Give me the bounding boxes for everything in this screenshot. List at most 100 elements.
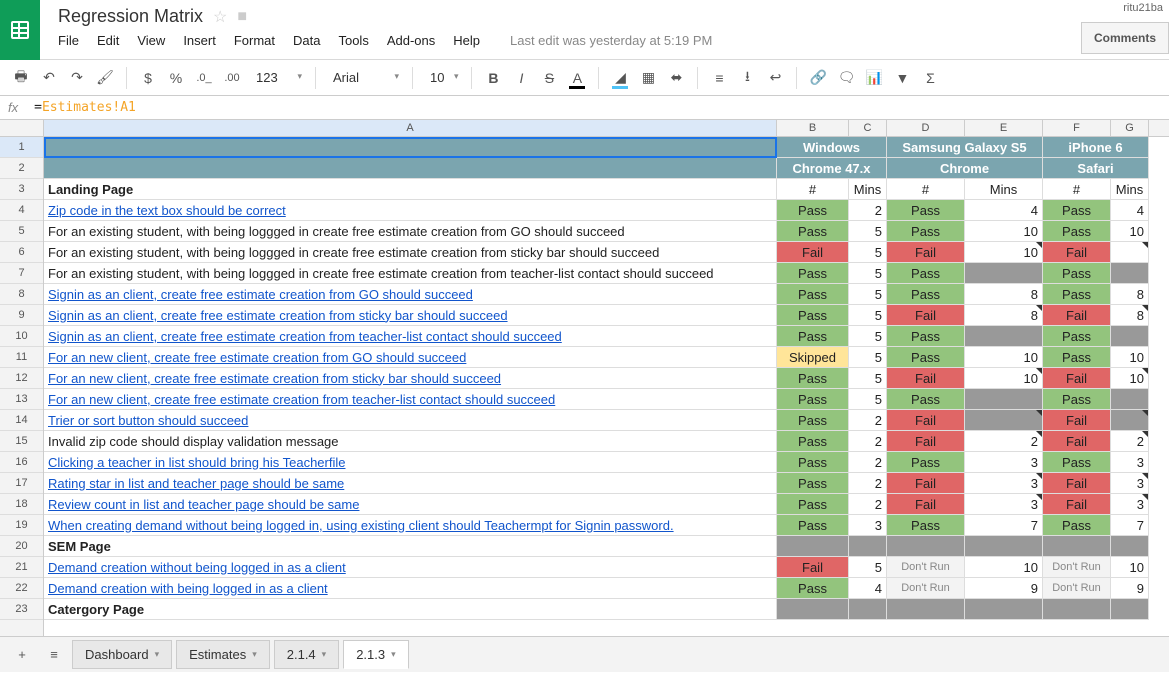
cell-F15[interactable]: Fail	[1043, 431, 1111, 452]
cell-G11[interactable]: 10	[1111, 347, 1149, 368]
cell-D3[interactable]: #	[887, 179, 965, 200]
cell-G4[interactable]: 4	[1111, 200, 1149, 221]
cell-A16[interactable]: Clicking a teacher in list should bring …	[44, 452, 777, 473]
cell-A23[interactable]: Catergory Page	[44, 599, 777, 620]
sheets-logo[interactable]	[0, 0, 40, 60]
row-header-21[interactable]: 21	[0, 557, 43, 578]
percent-icon[interactable]: %	[163, 65, 189, 91]
cell-A13[interactable]: For an new client, create free estimate …	[44, 389, 777, 410]
bold-icon[interactable]: B	[480, 65, 506, 91]
menu-view[interactable]: View	[137, 33, 165, 48]
cell-A17[interactable]: Rating star in list and teacher page sho…	[44, 473, 777, 494]
cell-F16[interactable]: Pass	[1043, 452, 1111, 473]
cell-G19[interactable]: 7	[1111, 515, 1149, 536]
cell-D17[interactable]: Fail	[887, 473, 965, 494]
cell-D10[interactable]: Pass	[887, 326, 965, 347]
cell-G21[interactable]: 10	[1111, 557, 1149, 578]
row-header-4[interactable]: 4	[0, 200, 43, 221]
cell-C20[interactable]	[849, 536, 887, 557]
row-header-2[interactable]: 2	[0, 158, 43, 179]
row-header-16[interactable]: 16	[0, 452, 43, 473]
cell-E3[interactable]: Mins	[965, 179, 1043, 200]
cell-G9[interactable]: 8	[1111, 305, 1149, 326]
row-header-18[interactable]: 18	[0, 494, 43, 515]
row-header-22[interactable]: 22	[0, 578, 43, 599]
sheet-tab-2-1-3[interactable]: 2.1.3▾	[343, 640, 408, 669]
cell-B19[interactable]: Pass	[777, 515, 849, 536]
formula-bar[interactable]: fx =Estimates!A1	[0, 96, 1169, 120]
cell-E17[interactable]: 3	[965, 473, 1043, 494]
cell-G10[interactable]	[1111, 326, 1149, 347]
menu-format[interactable]: Format	[234, 33, 275, 48]
cell-D18[interactable]: Fail	[887, 494, 965, 515]
cell-C15[interactable]: 2	[849, 431, 887, 452]
cell-C3[interactable]: Mins	[849, 179, 887, 200]
cell-A14[interactable]: Trier or sort button should succeed	[44, 410, 777, 431]
col-header-D[interactable]: D	[887, 120, 965, 136]
cell-A2[interactable]	[44, 158, 777, 179]
cell-G23[interactable]	[1111, 599, 1149, 620]
cell-G14[interactable]	[1111, 410, 1149, 431]
v-align-icon[interactable]: ⭳	[734, 65, 760, 91]
cell-F9[interactable]: Fail	[1043, 305, 1111, 326]
cell-B20[interactable]	[777, 536, 849, 557]
cell-F12[interactable]: Fail	[1043, 368, 1111, 389]
row-header-8[interactable]: 8	[0, 284, 43, 305]
cell-F22[interactable]: Don't Run	[1043, 578, 1111, 599]
menu-insert[interactable]: Insert	[183, 33, 216, 48]
cell-D19[interactable]: Pass	[887, 515, 965, 536]
cell-D15[interactable]: Fail	[887, 431, 965, 452]
cell-G13[interactable]	[1111, 389, 1149, 410]
row-header-12[interactable]: 12	[0, 368, 43, 389]
cell-C14[interactable]: 2	[849, 410, 887, 431]
col-header-B[interactable]: B	[777, 120, 849, 136]
cell-E11[interactable]: 10	[965, 347, 1043, 368]
currency-icon[interactable]: $	[135, 65, 161, 91]
functions-icon[interactable]: Σ	[917, 65, 943, 91]
cell-C21[interactable]: 5	[849, 557, 887, 578]
add-sheet-icon[interactable]: +	[8, 641, 36, 669]
cell-B18[interactable]: Pass	[777, 494, 849, 515]
cell-A4[interactable]: Zip code in the text box should be corre…	[44, 200, 777, 221]
chart-icon[interactable]: 📊	[861, 65, 887, 91]
cell-B23[interactable]	[777, 599, 849, 620]
col-header-A[interactable]: A	[44, 120, 777, 136]
cell-B1[interactable]: Windows	[777, 137, 887, 158]
cell-B8[interactable]: Pass	[777, 284, 849, 305]
italic-icon[interactable]: I	[508, 65, 534, 91]
cell-G7[interactable]	[1111, 263, 1149, 284]
cell-B7[interactable]: Pass	[777, 263, 849, 284]
cell-A22[interactable]: Demand creation with being logged in as …	[44, 578, 777, 599]
cell-E20[interactable]	[965, 536, 1043, 557]
borders-icon[interactable]: ▦	[635, 65, 661, 91]
cell-F2[interactable]: Safari	[1043, 158, 1149, 179]
cell-C9[interactable]: 5	[849, 305, 887, 326]
cell-E9[interactable]: 8	[965, 305, 1043, 326]
cell-G17[interactable]: 3	[1111, 473, 1149, 494]
cell-F3[interactable]: #	[1043, 179, 1111, 200]
cell-E21[interactable]: 10	[965, 557, 1043, 578]
select-all-corner[interactable]	[0, 120, 43, 137]
cell-G5[interactable]: 10	[1111, 221, 1149, 242]
cell-C22[interactable]: 4	[849, 578, 887, 599]
cell-B4[interactable]: Pass	[777, 200, 849, 221]
row-header-6[interactable]: 6	[0, 242, 43, 263]
cell-F21[interactable]: Don't Run	[1043, 557, 1111, 578]
cell-A6[interactable]: For an existing student, with being logg…	[44, 242, 777, 263]
cell-E18[interactable]: 3	[965, 494, 1043, 515]
cell-D9[interactable]: Fail	[887, 305, 965, 326]
cell-G16[interactable]: 3	[1111, 452, 1149, 473]
cell-C18[interactable]: 2	[849, 494, 887, 515]
print-icon[interactable]: 🖶	[8, 65, 34, 91]
fill-color-icon[interactable]: ◢	[607, 65, 633, 91]
col-header-E[interactable]: E	[965, 120, 1043, 136]
cell-F18[interactable]: Fail	[1043, 494, 1111, 515]
cell-G22[interactable]: 9	[1111, 578, 1149, 599]
sheet-tab-dashboard[interactable]: Dashboard▾	[72, 640, 172, 669]
cell-A10[interactable]: Signin as an client, create free estimat…	[44, 326, 777, 347]
cell-F4[interactable]: Pass	[1043, 200, 1111, 221]
menu-tools[interactable]: Tools	[338, 33, 368, 48]
menu-help[interactable]: Help	[453, 33, 480, 48]
cell-C11[interactable]: 5	[849, 347, 887, 368]
col-header-C[interactable]: C	[849, 120, 887, 136]
